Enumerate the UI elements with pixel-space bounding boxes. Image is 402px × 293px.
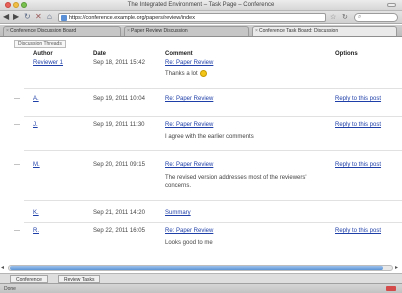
row-author-link[interactable]: R.: [33, 228, 39, 234]
home-icon[interactable]: ⌂: [47, 12, 52, 22]
table-row: — R. Sep 22, 2011 16:05 Re: Paper Review…: [0, 228, 402, 258]
table-row: Reviewer 1 Sep 18, 2011 15:42 Re: Paper …: [0, 60, 402, 90]
thread-indent-icon: —: [14, 122, 20, 128]
table-row: — M. Sep 20, 2011 09:15 Re: Paper Review…: [0, 162, 402, 202]
smiley-icon: [199, 70, 207, 77]
row-date: Sep 19, 2011 11:30: [93, 122, 145, 128]
row-author-link[interactable]: K.: [33, 210, 39, 216]
scroll-right-arrow-icon[interactable]: ▸: [395, 264, 398, 271]
row-divider: [24, 200, 402, 201]
row-comment-body: Looks good to me: [165, 240, 213, 246]
tab-paper-review[interactable]: × Paper Review Discussion: [124, 26, 249, 36]
refresh-icon[interactable]: ↻: [24, 12, 31, 22]
window-title: The Integrated Environment – Task Page –…: [127, 2, 275, 8]
table-row: K. Sep 21, 2011 14:20 Summary: [0, 210, 402, 224]
row-comment-title-link[interactable]: Re: Paper Review: [165, 162, 213, 168]
page-content: Discussion Threads Author Date Comment O…: [0, 38, 402, 264]
bottom-tab-conference[interactable]: Conference: [10, 275, 48, 283]
status-text: Done: [4, 286, 16, 292]
address-bar-url: https://conference.example.org/papers/re…: [69, 15, 195, 21]
window-titlebar: The Integrated Environment – Task Page –…: [0, 0, 402, 11]
row-comment-title-link[interactable]: Re: Paper Review: [165, 228, 213, 234]
bottom-tab-review-tasks[interactable]: Review Tasks: [58, 275, 101, 283]
search-input[interactable]: ⌕: [354, 13, 398, 22]
stop-icon[interactable]: ✕: [35, 12, 42, 22]
row-author-link[interactable]: A.: [33, 96, 39, 102]
horizontal-scrollbar[interactable]: [8, 265, 393, 271]
bookmark-star-icon[interactable]: ☆: [330, 13, 336, 21]
row-reply-link[interactable]: Reply to this post: [335, 162, 381, 168]
row-reply-link[interactable]: Reply to this post: [335, 122, 381, 128]
table-row: — A. Sep 19, 2011 10:04 Re: Paper Review…: [0, 96, 402, 118]
column-header-author[interactable]: Author: [33, 51, 53, 57]
thread-indent-icon: —: [14, 162, 20, 168]
scroll-left-arrow-icon[interactable]: ◂: [1, 264, 4, 271]
row-author-link[interactable]: J.: [33, 122, 38, 128]
row-comment-title-link[interactable]: Re: Paper Review: [165, 122, 213, 128]
tab-close-icon[interactable]: ×: [255, 27, 258, 36]
table-row: — J. Sep 19, 2011 11:30 Re: Paper Review…: [0, 122, 402, 152]
column-header-options[interactable]: Options: [335, 51, 358, 57]
row-reply-link[interactable]: Reply to this post: [335, 228, 381, 234]
tab-label: Paper Review Discussion: [131, 28, 188, 34]
row-comment-body: The revised version addresses most of th…: [165, 175, 307, 189]
search-icon: ⌕: [358, 14, 362, 20]
tab-task-board[interactable]: × Conference Task Board: Discussion: [252, 26, 397, 36]
tab-label: Conference Discussion Board: [10, 28, 77, 34]
reload-arrow-icon[interactable]: ↻: [342, 13, 348, 21]
forward-arrow-icon[interactable]: ▶: [13, 12, 19, 22]
row-date: Sep 18, 2011 15:42: [93, 60, 145, 66]
status-bar: Done: [0, 283, 402, 293]
column-header-date[interactable]: Date: [93, 51, 106, 57]
tab-discussion-board[interactable]: × Conference Discussion Board: [3, 26, 121, 36]
row-date: Sep 22, 2011 16:05: [93, 228, 145, 234]
row-comment-title-link[interactable]: Summary: [165, 210, 191, 216]
address-bar[interactable]: https://conference.example.org/papers/re…: [58, 13, 326, 22]
tab-label: Conference Task Board: Discussion: [259, 28, 339, 34]
tab-close-icon[interactable]: ×: [127, 27, 130, 36]
tab-close-icon[interactable]: ×: [6, 27, 9, 36]
bottom-tab-bar: Conference Review Tasks: [0, 273, 402, 283]
row-comment-title-link[interactable]: Re: Paper Review: [165, 96, 213, 102]
row-date: Sep 19, 2011 10:04: [93, 96, 145, 102]
row-divider: [24, 222, 402, 223]
thread-indent-icon: —: [14, 228, 20, 234]
row-author-link[interactable]: Reviewer 1: [33, 60, 63, 66]
row-date: Sep 21, 2011 14:20: [93, 210, 145, 216]
row-comment-body: I agree with the earlier comments: [165, 134, 254, 140]
site-favicon-icon: [61, 15, 67, 21]
row-comment-body: Thanks a lot: [165, 70, 315, 78]
row-divider: [24, 116, 402, 117]
thread-indent-icon: —: [14, 96, 20, 102]
tab-bar: × Conference Discussion Board × Paper Re…: [0, 25, 402, 37]
row-divider: [24, 88, 402, 89]
back-arrow-icon[interactable]: ◀: [3, 12, 9, 22]
column-header-comment[interactable]: Comment: [165, 51, 193, 57]
status-indicator-icon: [386, 286, 396, 291]
row-date: Sep 20, 2011 09:15: [93, 162, 145, 168]
row-comment-title-link[interactable]: Re: Paper Review: [165, 60, 213, 66]
browser-toolbar: ◀ ▶ ↻ ✕ ⌂ https://conference.example.org…: [0, 11, 402, 24]
toolbar-toggle-button[interactable]: [387, 3, 396, 7]
row-reply-link[interactable]: Reply to this post: [335, 96, 381, 102]
row-divider: [24, 150, 402, 151]
breadcrumb[interactable]: Discussion Threads: [14, 40, 66, 48]
row-author-link[interactable]: M.: [33, 162, 40, 168]
row-comment-text: Thanks a lot: [165, 71, 198, 78]
scrollbar-thumb[interactable]: [10, 266, 384, 270]
